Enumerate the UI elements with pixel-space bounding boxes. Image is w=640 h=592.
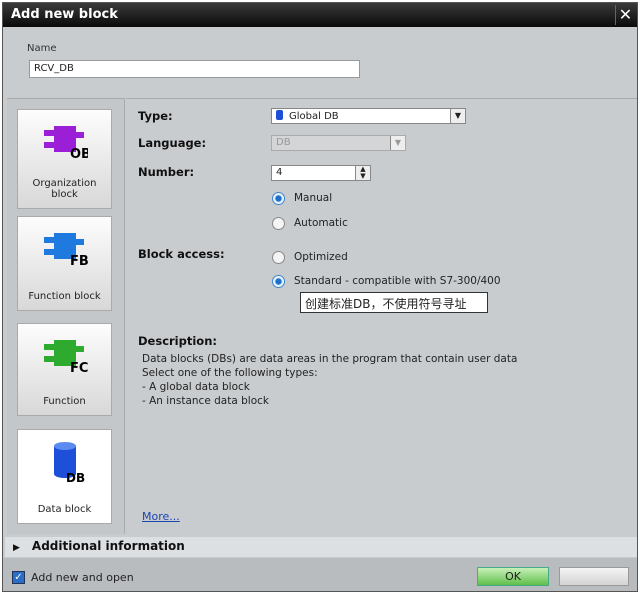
tile-label: Organization block [32, 178, 97, 200]
add-new-and-open-label: Add new and open [31, 571, 134, 584]
close-icon[interactable]: ✕ [615, 5, 635, 25]
tooltip-annotation: 创建标准DB，不使用符号寻址 [300, 292, 488, 313]
spinner-icon[interactable]: ▲ ▼ [355, 166, 370, 180]
automatic-radio[interactable] [272, 217, 285, 230]
data-block-icon: DB [54, 442, 85, 484]
tile-function[interactable]: FC Function [17, 323, 112, 416]
tile-data-block[interactable]: DB Data block [17, 429, 112, 524]
standard-radio[interactable] [272, 275, 285, 288]
optimized-label: Optimized [294, 251, 348, 263]
number-stepper[interactable]: 4 ▲ ▼ [271, 165, 371, 181]
block-access-label: Block access: [138, 247, 225, 261]
optimized-radio[interactable] [272, 251, 285, 264]
additional-information-toggle[interactable]: ▶ Additional information [5, 537, 637, 557]
tile-organization-block[interactable]: OB Organization block [17, 109, 112, 209]
function-icon: FC [44, 340, 88, 374]
manual-label: Manual [294, 192, 333, 204]
ok-button[interactable]: OK [477, 567, 549, 586]
block-type-panel: OB Organization block FB Function block … [7, 98, 125, 534]
name-label: Name [27, 43, 57, 54]
chevron-down-icon: ▼ [390, 136, 405, 150]
type-label: Type: [138, 109, 173, 123]
svg-text:FC: FC [70, 361, 88, 374]
data-block-icon [276, 110, 283, 120]
automatic-label: Automatic [294, 217, 348, 229]
more-link[interactable]: More... [142, 510, 180, 523]
manual-radio[interactable] [272, 192, 285, 205]
language-value: DB [276, 137, 291, 148]
title-bar: Add new block ✕ [3, 3, 637, 27]
chevron-down-icon[interactable]: ▼ [450, 109, 465, 123]
tile-label: Data block [37, 504, 92, 515]
language-label: Language: [138, 136, 207, 150]
add-new-and-open-checkbox[interactable]: ✓ [12, 571, 25, 584]
tile-label: Function block [28, 291, 101, 302]
name-input[interactable]: RCV_DB [29, 60, 360, 78]
additional-information-label: Additional information [31, 539, 185, 553]
cancel-button[interactable] [559, 567, 629, 586]
svg-text:DB: DB [66, 471, 85, 484]
dialog-title: Add new block [11, 7, 118, 22]
description-line: Select one of the following types: [142, 367, 318, 379]
number-value: 4 [276, 167, 283, 178]
svg-text:OB: OB [70, 147, 88, 160]
description-line: - An instance data block [142, 395, 269, 407]
tile-label: Function [43, 396, 86, 407]
organization-block-icon: OB [44, 126, 88, 160]
description-title: Description: [138, 334, 217, 348]
tile-function-block[interactable]: FB Function block [17, 216, 112, 311]
language-dropdown: DB ▼ [271, 135, 406, 151]
chevron-right-icon: ▶ [13, 543, 20, 553]
number-label: Number: [138, 165, 195, 179]
svg-text:FB: FB [70, 254, 88, 267]
description-line: - A global data block [142, 381, 250, 393]
description-text: Data blocks (DBs) are data areas in the … [142, 352, 517, 408]
add-new-block-dialog: Add new block ✕ Name RCV_DB OB Organizat… [2, 2, 638, 592]
type-dropdown[interactable]: Global DB ▼ [271, 108, 466, 124]
function-block-icon: FB [44, 233, 88, 267]
block-settings [126, 98, 637, 534]
standard-label: Standard - compatible with S7-300/400 [294, 275, 501, 287]
description-line: Data blocks (DBs) are data areas in the … [142, 353, 518, 365]
type-value: Global DB [289, 111, 339, 122]
